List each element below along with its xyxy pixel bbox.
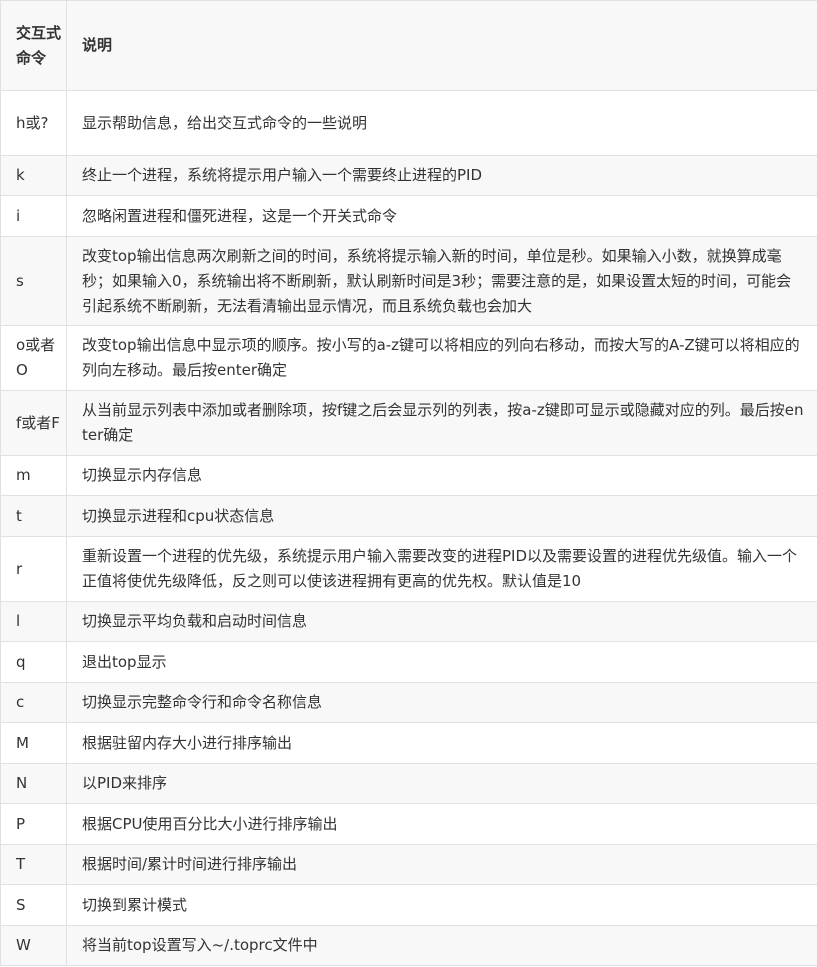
- command-cell: N: [0, 763, 67, 804]
- table-row: P 根据CPU使用百分比大小进行排序输出: [0, 803, 817, 845]
- table-row: i 忽略闲置进程和僵死进程，这是一个开关式命令: [0, 195, 817, 237]
- table-header-row: 交互式命令 说明: [0, 0, 817, 91]
- table-row: r 重新设置一个进程的优先级，系统提示用户输入需要改变的进程PID以及需要设置的进…: [0, 536, 817, 602]
- table-row: S 切换到累计模式: [0, 884, 817, 926]
- table-row: o或者O 改变top输出信息中显示项的顺序。按小写的a-z键可以将相应的列向右移动…: [0, 325, 817, 391]
- description-cell: 重新设置一个进程的优先级，系统提示用户输入需要改变的进程PID以及需要设置的进程…: [66, 536, 817, 602]
- command-cell: s: [0, 236, 67, 326]
- command-cell: i: [0, 195, 67, 237]
- description-cell: 切换显示完整命令行和命令名称信息: [66, 682, 817, 723]
- command-cell: l: [0, 601, 67, 642]
- description-cell: 以PID来排序: [66, 763, 817, 804]
- description-cell: 切换显示进程和cpu状态信息: [66, 495, 817, 537]
- command-cell: f或者F: [0, 390, 67, 456]
- command-cell: k: [0, 155, 67, 196]
- description-cell: 退出top显示: [66, 641, 817, 683]
- header-description: 说明: [66, 0, 817, 91]
- table-row: k 终止一个进程，系统将提示用户输入一个需要终止进程的PID: [0, 155, 817, 196]
- description-cell: 改变top输出信息中显示项的顺序。按小写的a-z键可以将相应的列向右移动，而按大…: [66, 325, 817, 391]
- table-row: T 根据时间/累计时间进行排序输出: [0, 844, 817, 885]
- command-cell: c: [0, 682, 67, 723]
- description-cell: 根据时间/累计时间进行排序输出: [66, 844, 817, 885]
- description-cell: 切换显示平均负载和启动时间信息: [66, 601, 817, 642]
- command-table: 交互式命令 说明 h或? 显示帮助信息，给出交互式命令的一些说明 k 终止一个进程，系…: [0, 0, 817, 966]
- table-row: N 以PID来排序: [0, 763, 817, 804]
- description-cell: 终止一个进程，系统将提示用户输入一个需要终止进程的PID: [66, 155, 817, 196]
- command-cell: o或者O: [0, 325, 67, 391]
- table-row: q 退出top显示: [0, 641, 817, 683]
- description-cell: 改变top输出信息两次刷新之间的时间，系统将提示输入新的时间，单位是秒。如果输入…: [66, 236, 817, 326]
- command-cell: r: [0, 536, 67, 602]
- command-cell: q: [0, 641, 67, 683]
- command-cell: S: [0, 884, 67, 926]
- description-cell: 忽略闲置进程和僵死进程，这是一个开关式命令: [66, 195, 817, 237]
- command-cell: h或?: [0, 90, 67, 156]
- description-cell: 切换显示内存信息: [66, 455, 817, 496]
- table-row: l 切换显示平均负载和启动时间信息: [0, 601, 817, 642]
- description-cell: 从当前显示列表中添加或者删除项，按f键之后会显示列的列表，按a-z键即可显示或隐…: [66, 390, 817, 456]
- command-cell: W: [0, 925, 67, 966]
- description-cell: 将当前top设置写入~/.toprc文件中: [66, 925, 817, 966]
- table-row: m 切换显示内存信息: [0, 455, 817, 496]
- description-cell: 切换到累计模式: [66, 884, 817, 926]
- table-row: t 切换显示进程和cpu状态信息: [0, 495, 817, 537]
- command-cell: M: [0, 722, 67, 764]
- table-row: c 切换显示完整命令行和命令名称信息: [0, 682, 817, 723]
- table-row: W 将当前top设置写入~/.toprc文件中: [0, 925, 817, 966]
- command-cell: T: [0, 844, 67, 885]
- command-cell: P: [0, 803, 67, 845]
- header-command: 交互式命令: [0, 0, 67, 91]
- command-cell: m: [0, 455, 67, 496]
- description-cell: 根据CPU使用百分比大小进行排序输出: [66, 803, 817, 845]
- table-row: h或? 显示帮助信息，给出交互式命令的一些说明: [0, 90, 817, 156]
- description-cell: 显示帮助信息，给出交互式命令的一些说明: [66, 90, 817, 156]
- command-cell: t: [0, 495, 67, 537]
- table-row: M 根据驻留内存大小进行排序输出: [0, 722, 817, 764]
- description-cell: 根据驻留内存大小进行排序输出: [66, 722, 817, 764]
- table-row: f或者F 从当前显示列表中添加或者删除项，按f键之后会显示列的列表，按a-z键即可…: [0, 390, 817, 456]
- table-row: s 改变top输出信息两次刷新之间的时间，系统将提示输入新的时间，单位是秒。如果输…: [0, 236, 817, 326]
